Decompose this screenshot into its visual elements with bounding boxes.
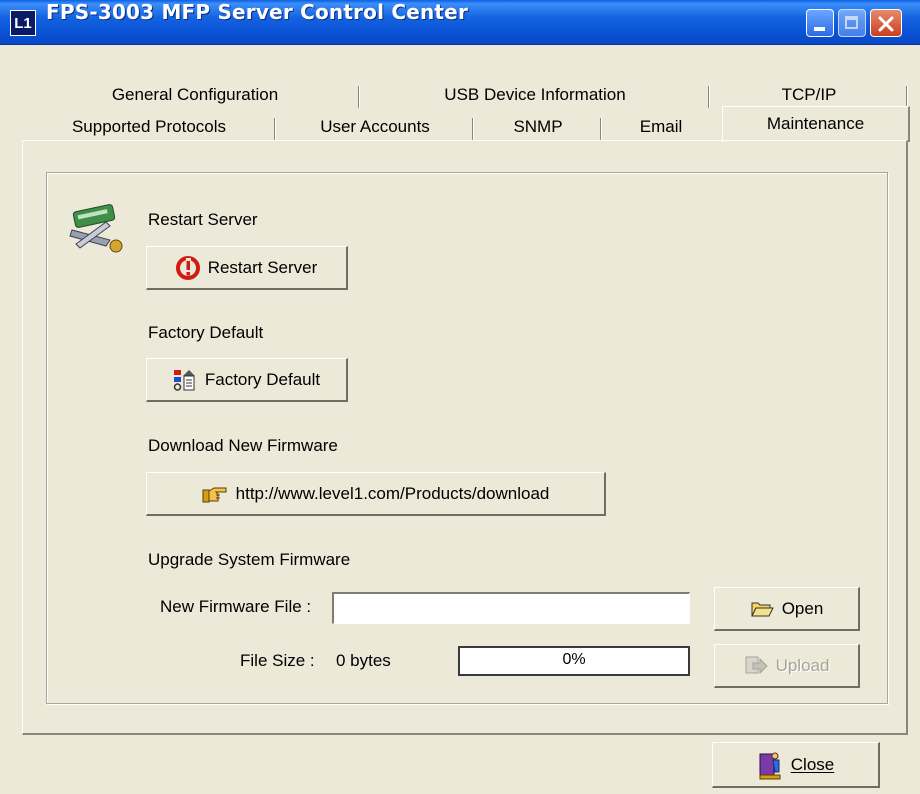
tab-label: Supported Protocols [71,117,227,136]
tab-email[interactable]: Email [602,112,720,142]
tab-label: General Configuration [111,85,279,104]
tab-label: USB Device Information [444,85,626,104]
restart-server-label: Restart Server [148,210,258,229]
restart-server-button[interactable]: Restart Server [146,246,348,290]
upload-button[interactable]: Upload [714,644,860,688]
restart-server-button-label: Restart Server [207,257,318,277]
download-firmware-url: http://www.level1.com/Products/download [235,483,550,503]
firmware-file-input[interactable] [332,592,690,624]
close-window-button[interactable] [870,9,902,37]
tab-label: SNMP [513,117,563,136]
tab-label: Maintenance [766,114,865,133]
title-bar[interactable]: L1 FPS-3003 MFP Server Control Center [0,0,920,45]
file-size-label: File Size : [240,651,315,670]
close-button-label: Close [790,754,835,774]
tab-user-accounts[interactable]: User Accounts [276,112,474,142]
download-firmware-link-button[interactable]: http://www.level1.com/Products/download [146,472,606,516]
tools-icon [69,204,123,253]
upload-progress-text: 0% [562,651,586,668]
tab-general-configuration[interactable]: General Configuration [30,80,360,110]
control-center-window: L1 FPS-3003 MFP Server Control Center Ge… [0,0,920,794]
tab-label: User Accounts [320,117,430,136]
exit-door-icon [759,752,781,779]
restart-icon [175,255,200,280]
window-title: FPS-3003 MFP Server Control Center [46,0,469,24]
minimize-button[interactable] [806,9,834,37]
upload-progress-bar: 0% [458,646,690,676]
folder-open-icon [750,602,774,616]
close-window-icon [878,16,894,32]
factory-default-button[interactable]: Factory Default [146,358,348,402]
tab-supported-protocols[interactable]: Supported Protocols [22,112,276,142]
close-button[interactable]: Close [712,742,880,788]
tab-usb-device-information[interactable]: USB Device Information [360,80,710,110]
open-button-label: Open [781,598,824,618]
tab-label: TCP/IP [781,85,837,104]
factory-default-button-label: Factory Default [204,369,321,389]
factory-default-icon [173,369,195,391]
tab-snmp[interactable]: SNMP [474,112,602,142]
pointing-hand-icon [202,487,227,502]
upgrade-firmware-label: Upgrade System Firmware [148,550,351,569]
app-logo-icon: L1 [10,10,36,36]
upload-icon [745,656,768,674]
upload-button-label: Upload [775,655,830,675]
tab-label: Email [639,117,683,136]
factory-default-label: Factory Default [148,323,264,342]
open-button[interactable]: Open [714,587,860,631]
tab-maintenance[interactable]: Maintenance [722,106,910,142]
new-firmware-file-label: New Firmware File : [160,597,312,616]
download-firmware-label: Download New Firmware [148,436,338,455]
file-size-value: 0 bytes [336,651,391,670]
maximize-button[interactable] [838,9,866,37]
